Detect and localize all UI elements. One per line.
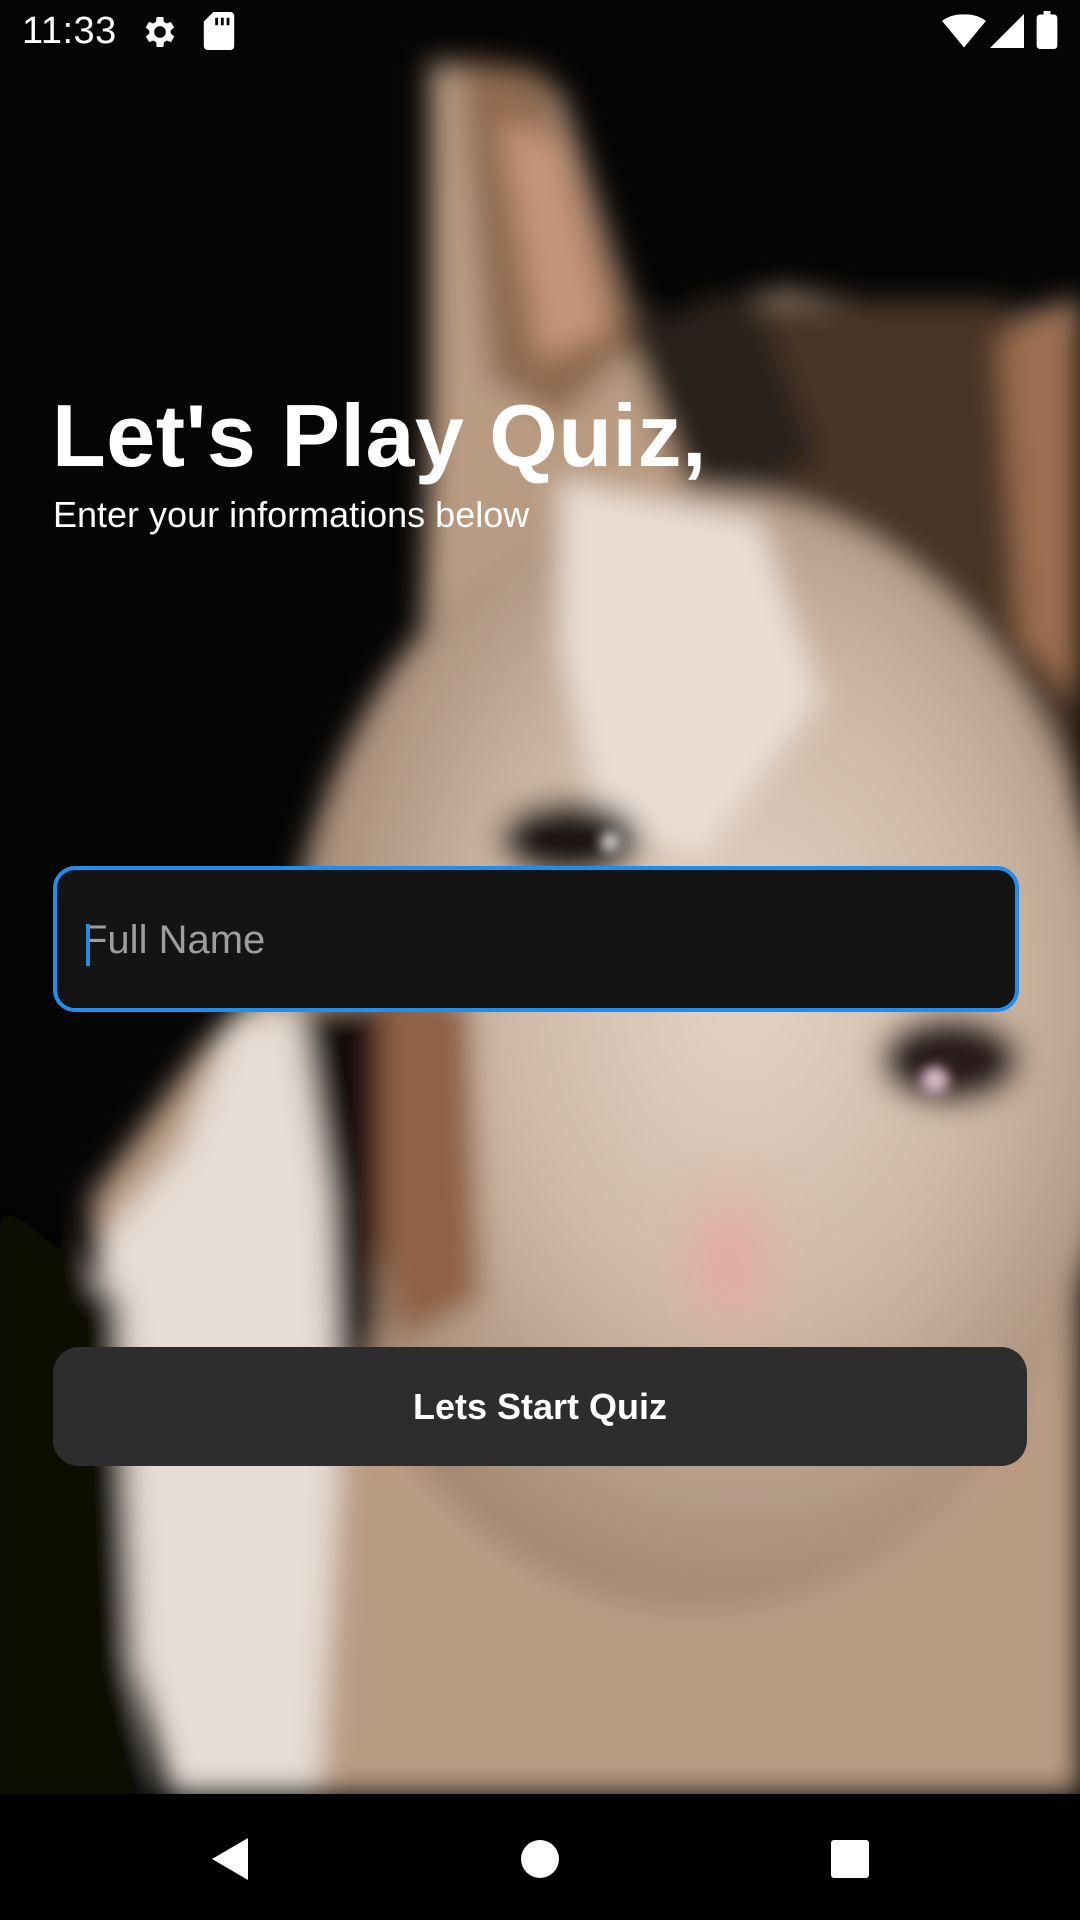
status-time: 11:33	[22, 10, 117, 52]
signal-icon	[990, 14, 1024, 53]
quiz-start-screen: 11:33 Let's Play Quiz, Enter your inform…	[0, 0, 1080, 1920]
sd-card-icon	[203, 12, 235, 55]
settings-icon	[140, 12, 180, 57]
back-icon[interactable]	[200, 1824, 270, 1894]
full-name-field[interactable]	[53, 866, 1019, 1012]
recents-icon[interactable]	[815, 1824, 885, 1894]
full-name-input[interactable]	[83, 900, 983, 980]
home-icon[interactable]	[505, 1824, 575, 1894]
page-subtitle: Enter your informations below	[53, 494, 530, 535]
text-cursor	[86, 924, 90, 966]
start-quiz-button[interactable]: Lets Start Quiz	[53, 1347, 1027, 1466]
battery-icon	[1036, 11, 1058, 54]
wifi-icon	[942, 14, 986, 53]
page-title: Let's Play Quiz,	[52, 386, 707, 485]
navigation-bar	[0, 1794, 1080, 1920]
status-bar: 11:33	[0, 0, 1080, 63]
